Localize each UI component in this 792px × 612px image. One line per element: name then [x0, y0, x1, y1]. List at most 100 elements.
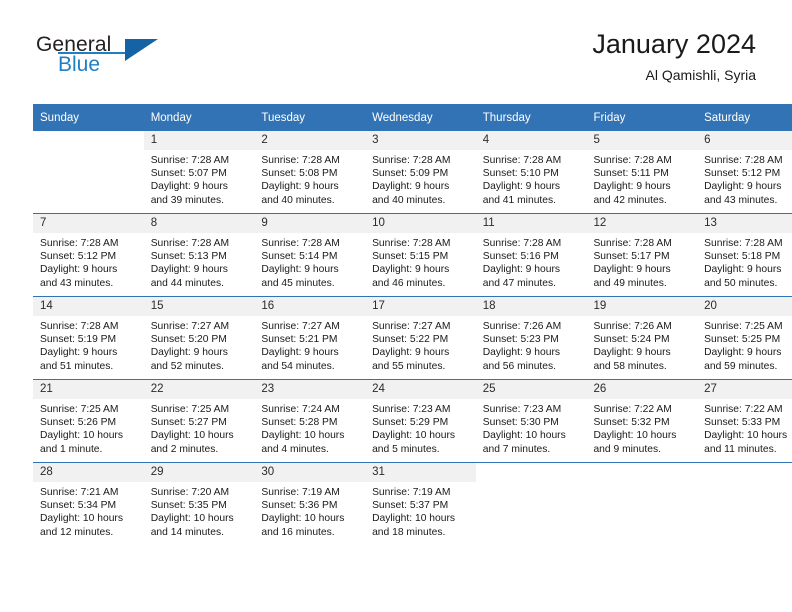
- daylight-text-line2: and 11 minutes.: [704, 443, 777, 455]
- sunrise-text: Sunrise: 7:22 AM: [704, 404, 783, 415]
- day-cell[interactable]: 3 Sunrise: 7:28 AM Sunset: 5:09 PM Daylight…: [365, 131, 476, 214]
- day-cell[interactable]: 20 Sunrise: 7:25 AM Sunset: 5:25 PM Dayligh…: [697, 296, 792, 380]
- daylight-text-line2: and 50 minutes.: [704, 277, 778, 289]
- day-number: 22: [143, 380, 255, 399]
- calendar-page: General Blue January 2024 Al Qamishli, S…: [0, 0, 792, 612]
- day-cell[interactable]: 10 Sunrise: 7:28 AM Sunset: 5:15 PM Dayligh…: [365, 213, 476, 297]
- daylight-text-line2: and 12 minutes.: [40, 526, 114, 538]
- day-cell-empty: [475, 462, 587, 545]
- day-cell-inner: [586, 463, 697, 545]
- day-cell[interactable]: 31 Sunrise: 7:19 AM Sunset: 5:37 PM Dayligh…: [365, 462, 476, 545]
- triangle-icon: [125, 39, 158, 61]
- general-blue-logo[interactable]: General Blue: [36, 33, 166, 81]
- sunrise-text: Sunrise: 7:27 AM: [261, 321, 340, 332]
- sunset-text: Sunset: 5:15 PM: [372, 251, 449, 263]
- day-cell[interactable]: 22 Sunrise: 7:25 AM Sunset: 5:27 PM Dayligh…: [143, 379, 255, 463]
- daylight-text-line2: and 42 minutes.: [593, 194, 667, 206]
- day-number: 2: [254, 131, 366, 150]
- page-title: January 2024: [592, 29, 756, 59]
- day-cell[interactable]: 7 Sunrise: 7:28 AM Sunset: 5:12 PM Daylight…: [33, 213, 144, 297]
- daylight-text-line1: Daylight: 10 hours: [261, 430, 345, 442]
- day-cell[interactable]: 17 Sunrise: 7:27 AM Sunset: 5:22 PM Dayligh…: [365, 296, 476, 380]
- day-cell[interactable]: 23 Sunrise: 7:24 AM Sunset: 5:28 PM Dayligh…: [254, 379, 366, 463]
- daylight-text-line1: Daylight: 9 hours: [150, 347, 228, 359]
- sunrise-text: Sunrise: 7:28 AM: [704, 238, 783, 249]
- day-number: 4: [475, 131, 587, 150]
- day-cell[interactable]: 27 Sunrise: 7:22 AM Sunset: 5:33 PM Dayligh…: [697, 379, 792, 463]
- day-cell[interactable]: 29 Sunrise: 7:20 AM Sunset: 5:35 PM Dayligh…: [143, 462, 255, 545]
- daylight-text-line2: and 40 minutes.: [372, 194, 446, 206]
- day-cell-inner: 26 Sunrise: 7:22 AM Sunset: 5:32 PM Dayligh…: [586, 380, 698, 462]
- sunset-text: Sunset: 5:08 PM: [261, 168, 338, 180]
- sunrise-text: Sunrise: 7:27 AM: [372, 321, 451, 332]
- day-cell[interactable]: 19 Sunrise: 7:26 AM Sunset: 5:24 PM Dayligh…: [586, 296, 698, 380]
- daylight-text-line1: Daylight: 9 hours: [482, 347, 561, 359]
- sunrise-text: Sunrise: 7:28 AM: [482, 155, 562, 166]
- sunset-text: Sunset: 5:20 PM: [150, 334, 227, 346]
- day-details: Sunrise: 7:19 AM Sunset: 5:36 PM Daylight:…: [254, 482, 365, 539]
- day-cell[interactable]: 2 Sunrise: 7:28 AM Sunset: 5:08 PM Daylight…: [254, 131, 366, 214]
- daylight-text-line2: and 5 minutes.: [372, 443, 440, 455]
- sunrise-text: Sunrise: 7:28 AM: [261, 238, 340, 249]
- daylight-text-line1: Daylight: 9 hours: [593, 264, 671, 276]
- day-cell[interactable]: 12 Sunrise: 7:28 AM Sunset: 5:17 PM Dayligh…: [586, 213, 698, 297]
- sunrise-text: Sunrise: 7:20 AM: [150, 487, 230, 498]
- sunset-text: Sunset: 5:36 PM: [261, 500, 338, 512]
- day-cell-inner: [476, 463, 587, 545]
- day-details: Sunrise: 7:28 AM Sunset: 5:15 PM Daylight:…: [365, 233, 476, 290]
- sunrise-text: Sunrise: 7:28 AM: [40, 321, 119, 332]
- day-cell[interactable]: 16 Sunrise: 7:27 AM Sunset: 5:21 PM Dayligh…: [254, 296, 366, 380]
- sunrise-text: Sunrise: 7:28 AM: [40, 238, 119, 249]
- day-cell-empty: [586, 462, 698, 545]
- day-cell[interactable]: 15 Sunrise: 7:27 AM Sunset: 5:20 PM Dayligh…: [143, 296, 255, 380]
- sunrise-text: Sunrise: 7:28 AM: [482, 238, 562, 249]
- day-cell[interactable]: 13 Sunrise: 7:28 AM Sunset: 5:18 PM Dayligh…: [697, 213, 792, 297]
- daylight-text-line2: and 16 minutes.: [261, 526, 335, 538]
- day-details: Sunrise: 7:25 AM Sunset: 5:27 PM Daylight:…: [144, 399, 255, 456]
- day-cell[interactable]: 18 Sunrise: 7:26 AM Sunset: 5:23 PM Dayligh…: [475, 296, 587, 380]
- day-number: 24: [365, 380, 476, 399]
- sunset-text: Sunset: 5:24 PM: [593, 334, 670, 346]
- day-number: [33, 131, 144, 137]
- day-cell-inner: 6 Sunrise: 7:28 AM Sunset: 5:12 PM Daylight…: [697, 131, 792, 213]
- sunrise-text: Sunrise: 7:22 AM: [593, 404, 672, 415]
- day-details: Sunrise: 7:27 AM Sunset: 5:20 PM Daylight:…: [144, 316, 255, 373]
- day-cell[interactable]: 8 Sunrise: 7:28 AM Sunset: 5:13 PM Daylight…: [143, 213, 255, 297]
- day-cell[interactable]: 11 Sunrise: 7:28 AM Sunset: 5:16 PM Dayligh…: [475, 213, 587, 297]
- day-cell[interactable]: 21 Sunrise: 7:25 AM Sunset: 5:26 PM Dayligh…: [33, 379, 144, 463]
- day-number: 11: [475, 214, 587, 233]
- day-cell-inner: 30 Sunrise: 7:19 AM Sunset: 5:36 PM Dayligh…: [254, 463, 366, 545]
- day-cell-inner: [33, 131, 144, 213]
- sunset-text: Sunset: 5:23 PM: [482, 334, 559, 346]
- daylight-text-line2: and 4 minutes.: [261, 443, 329, 455]
- day-cell[interactable]: 30 Sunrise: 7:19 AM Sunset: 5:36 PM Dayligh…: [254, 462, 366, 545]
- day-cell[interactable]: 4 Sunrise: 7:28 AM Sunset: 5:10 PM Daylight…: [475, 131, 587, 214]
- sunrise-text: Sunrise: 7:25 AM: [40, 404, 119, 415]
- day-cell[interactable]: 28 Sunrise: 7:21 AM Sunset: 5:34 PM Dayligh…: [33, 462, 144, 545]
- daylight-text-line2: and 55 minutes.: [372, 360, 446, 372]
- sunrise-text: Sunrise: 7:23 AM: [372, 404, 451, 415]
- day-cell[interactable]: 26 Sunrise: 7:22 AM Sunset: 5:32 PM Dayligh…: [586, 379, 698, 463]
- day-cell-inner: 22 Sunrise: 7:25 AM Sunset: 5:27 PM Dayligh…: [143, 380, 255, 462]
- day-cell[interactable]: 9 Sunrise: 7:28 AM Sunset: 5:14 PM Daylight…: [254, 213, 366, 297]
- day-cell[interactable]: 6 Sunrise: 7:28 AM Sunset: 5:12 PM Daylight…: [697, 131, 792, 214]
- calendar-week-row: 14 Sunrise: 7:28 AM Sunset: 5:19 PM Dayligh…: [33, 296, 792, 380]
- day-cell[interactable]: 1 Sunrise: 7:28 AM Sunset: 5:07 PM Daylight…: [143, 131, 255, 214]
- sunset-text: Sunset: 5:12 PM: [704, 168, 781, 180]
- sunset-text: Sunset: 5:29 PM: [372, 417, 449, 429]
- day-cell[interactable]: 5 Sunrise: 7:28 AM Sunset: 5:11 PM Daylight…: [586, 131, 698, 214]
- day-cell[interactable]: 25 Sunrise: 7:23 AM Sunset: 5:30 PM Dayligh…: [475, 379, 587, 463]
- day-cell-inner: 29 Sunrise: 7:20 AM Sunset: 5:35 PM Dayligh…: [143, 463, 255, 545]
- sunset-text: Sunset: 5:32 PM: [593, 417, 670, 429]
- day-cell[interactable]: 24 Sunrise: 7:23 AM Sunset: 5:29 PM Dayligh…: [365, 379, 476, 463]
- day-cell-inner: 11 Sunrise: 7:28 AM Sunset: 5:16 PM Dayligh…: [475, 214, 587, 296]
- daylight-text-line2: and 45 minutes.: [261, 277, 335, 289]
- daylight-text-line2: and 18 minutes.: [372, 526, 446, 538]
- day-cell[interactable]: 14 Sunrise: 7:28 AM Sunset: 5:19 PM Dayligh…: [33, 296, 144, 380]
- sunset-text: Sunset: 5:17 PM: [593, 251, 670, 263]
- daylight-text-line2: and 41 minutes.: [482, 194, 557, 206]
- sunset-text: Sunset: 5:11 PM: [593, 168, 669, 180]
- day-number: 1: [143, 131, 255, 150]
- daylight-text-line2: and 46 minutes.: [372, 277, 446, 289]
- weekday-header-friday: Friday: [586, 104, 698, 131]
